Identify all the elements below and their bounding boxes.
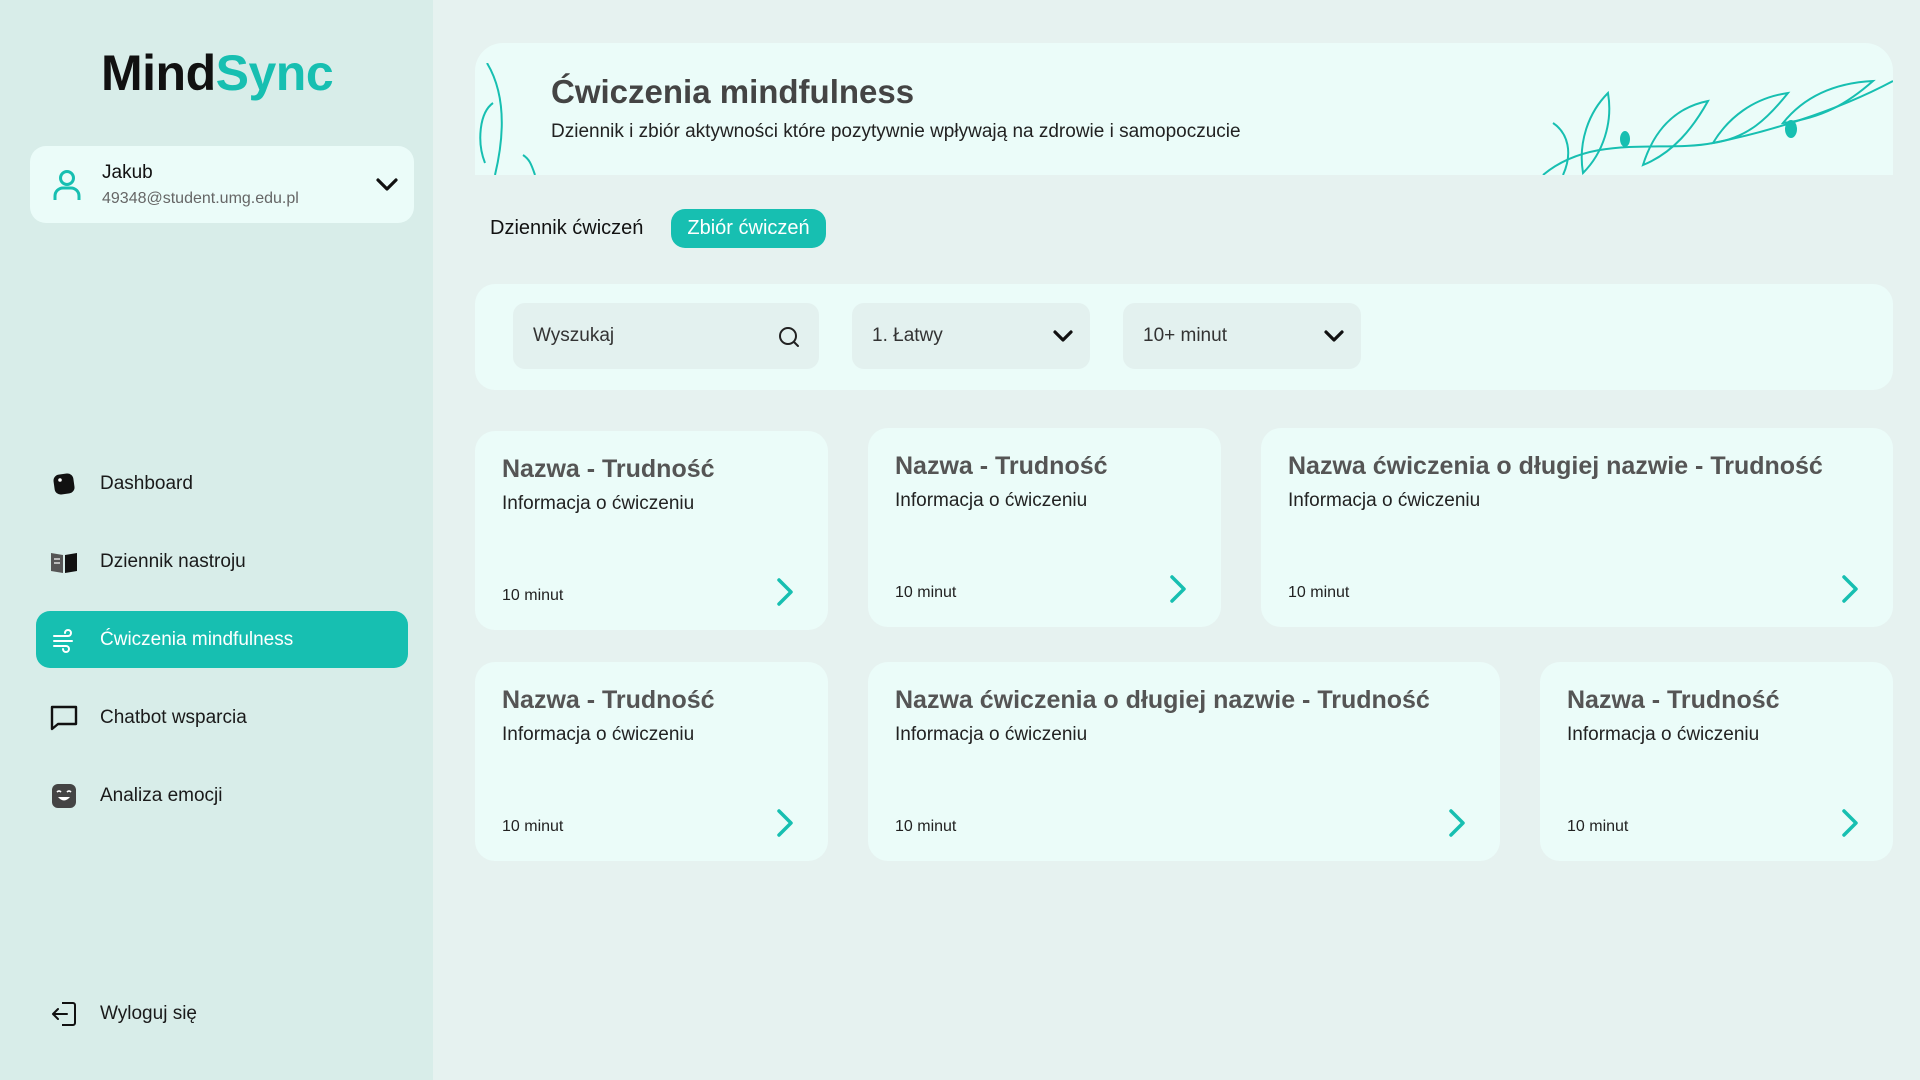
search-input[interactable]: Wyszukaj [513, 303, 819, 369]
exercise-duration: 10 minut [1567, 818, 1629, 835]
page-header-banner: Ćwiczenia mindfulness Dziennik i zbiór a… [475, 43, 1893, 175]
journal-icon [49, 547, 79, 577]
exercise-duration: 10 minut [502, 587, 564, 604]
dashboard-icon [49, 469, 79, 499]
search-icon [779, 327, 799, 347]
exercise-title: Nazwa - Trudność [502, 455, 715, 483]
sidebar-item-label: Dziennik nastroju [100, 550, 246, 572]
exercise-card[interactable]: Nazwa ćwiczenia o długiej nazwie - Trudn… [868, 662, 1500, 861]
exercise-title: Nazwa - Trudność [895, 452, 1108, 480]
user-email: 49348@student.umg.edu.pl [102, 190, 299, 207]
chevron-right-icon[interactable] [774, 807, 796, 839]
chevron-right-icon[interactable] [774, 576, 796, 608]
logout-label: Wyloguj się [100, 1003, 197, 1024]
exercise-info: Informacja o ćwiczeniu [502, 724, 695, 745]
exercise-duration: 10 minut [502, 818, 564, 835]
page-title: Ćwiczenia mindfulness [551, 73, 915, 110]
leaf-decoration-right [1542, 79, 1893, 175]
duration-value: 10+ minut [1143, 325, 1227, 346]
logo-text-sync: Sync [215, 45, 334, 101]
chevron-down-icon [1324, 330, 1344, 342]
exercise-card[interactable]: Nazwa - Trudność Informacja o ćwiczeniu … [475, 431, 828, 630]
filter-bar: Wyszukaj 1. Łatwy 10+ minut [475, 284, 1893, 390]
chevron-right-icon[interactable] [1167, 573, 1189, 605]
sidebar-item-label: Dashboard [100, 472, 193, 494]
sidebar-item-emotion-analysis[interactable]: Analiza emocji [36, 767, 408, 824]
exercise-duration: 10 minut [895, 584, 957, 601]
difficulty-value: 1. Łatwy [872, 325, 943, 346]
main-nav: Dashboard Dziennik nastroju Ćwiczenia mi… [36, 455, 408, 845]
sidebar: MindSync Jakub 49348@student.umg.edu.pl … [0, 0, 433, 1080]
search-placeholder: Wyszukaj [533, 325, 615, 346]
sidebar-item-chatbot[interactable]: Chatbot wsparcia [36, 689, 408, 746]
exercise-info: Informacja o ćwiczeniu [502, 493, 695, 514]
exercise-title: Nazwa ćwiczenia o długiej nazwie - Trudn… [895, 686, 1430, 714]
wind-icon [49, 625, 79, 655]
sidebar-item-journal[interactable]: Dziennik nastroju [36, 533, 408, 590]
exercise-title: Nazwa - Trudność [502, 686, 715, 714]
exercise-duration: 10 minut [1288, 584, 1350, 601]
duration-select[interactable]: 10+ minut [1123, 303, 1361, 369]
exercise-title: Nazwa ćwiczenia o długiej nazwie - Trudn… [1288, 452, 1823, 480]
chevron-right-icon[interactable] [1446, 807, 1468, 839]
logo-text-mind: Mind [101, 45, 216, 101]
chevron-down-icon [1053, 330, 1073, 342]
chevron-right-icon[interactable] [1839, 807, 1861, 839]
chevron-down-icon [376, 178, 398, 191]
exercise-info: Informacja o ćwiczeniu [1288, 490, 1481, 511]
logout-icon [52, 1002, 76, 1026]
exercise-info: Informacja o ćwiczeniu [1567, 724, 1760, 745]
sidebar-item-label: Chatbot wsparcia [100, 706, 247, 728]
tab-exercise-collection[interactable]: Zbiór ćwiczeń [671, 208, 826, 248]
exercise-card[interactable]: Nazwa - Trudność Informacja o ćwiczeniu … [1540, 662, 1893, 861]
exercise-info: Informacja o ćwiczeniu [895, 490, 1088, 511]
user-name: Jakub [102, 162, 153, 183]
chevron-right-icon[interactable] [1839, 573, 1861, 605]
sidebar-item-label: Ćwiczenia mindfulness [100, 628, 294, 650]
sidebar-item-dashboard[interactable]: Dashboard [36, 455, 408, 512]
exercise-card[interactable]: Nazwa ćwiczenia o długiej nazwie - Trudn… [1261, 428, 1893, 627]
exercise-info: Informacja o ćwiczeniu [895, 724, 1088, 745]
difficulty-select[interactable]: 1. Łatwy [852, 303, 1090, 369]
logout-button[interactable]: Wyloguj się [36, 986, 408, 1042]
sidebar-item-label: Analiza emocji [100, 784, 223, 806]
exercise-card[interactable]: Nazwa - Trudność Informacja o ćwiczeniu … [868, 428, 1221, 627]
exercise-title: Nazwa - Trudność [1567, 686, 1780, 714]
chat-icon [49, 703, 79, 733]
user-account-dropdown[interactable]: Jakub 49348@student.umg.edu.pl [30, 146, 414, 223]
tab-exercise-journal[interactable]: Dziennik ćwiczeń [476, 209, 657, 248]
sidebar-item-mindfulness[interactable]: Ćwiczenia mindfulness [36, 611, 408, 668]
exercise-tabs: Dziennik ćwiczeń Zbiór ćwiczeń [476, 208, 826, 248]
emotion-icon [49, 781, 79, 811]
exercise-duration: 10 minut [895, 818, 957, 835]
user-icon [53, 170, 81, 200]
app-logo[interactable]: MindSync [101, 44, 334, 102]
page-subtitle: Dziennik i zbiór aktywności które pozyty… [551, 121, 1241, 142]
exercise-card[interactable]: Nazwa - Trudność Informacja o ćwiczeniu … [475, 662, 828, 861]
